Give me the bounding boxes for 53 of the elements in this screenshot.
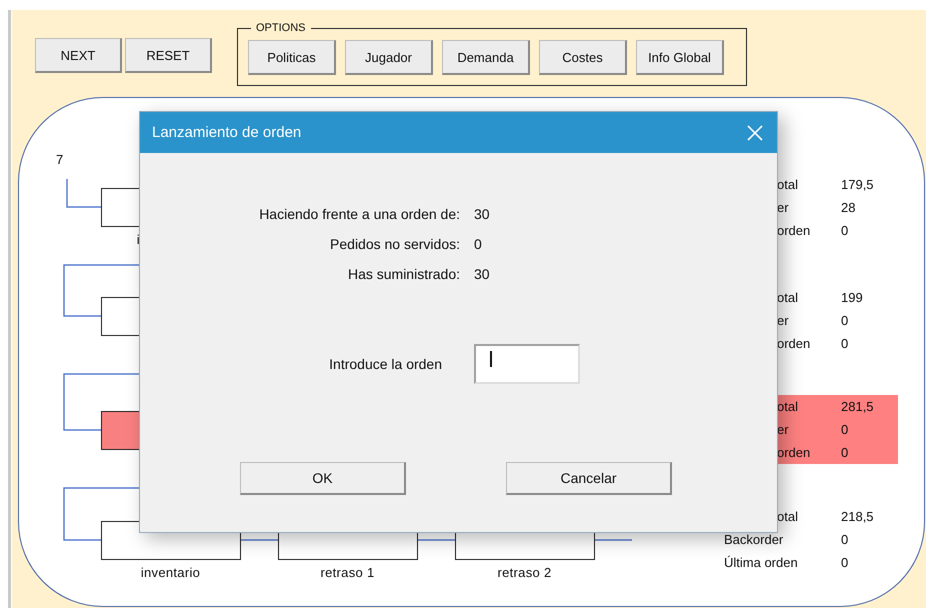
option-button[interactable]: Jugador bbox=[345, 40, 433, 75]
box-caption: i bbox=[136, 232, 140, 247]
dialog-button[interactable]: OK bbox=[240, 462, 406, 495]
stat-value: 0 bbox=[841, 555, 850, 570]
dialog-button[interactable]: Cancelar bbox=[506, 462, 672, 495]
stat-value: 0 bbox=[841, 223, 850, 238]
info-label: Has suministrado: bbox=[346, 266, 460, 282]
stat-label: er bbox=[776, 422, 790, 437]
option-button[interactable]: Demanda bbox=[442, 40, 530, 75]
stat-value: 199 bbox=[841, 290, 864, 305]
info-value: 30 bbox=[474, 206, 490, 222]
box-caption: retraso 1 bbox=[319, 565, 376, 580]
box-caption: retraso 2 bbox=[496, 565, 552, 580]
stat-value: 0 bbox=[841, 532, 850, 547]
stat-label: otal bbox=[776, 399, 799, 414]
connector-line bbox=[66, 179, 101, 208]
connector-line bbox=[594, 539, 632, 541]
stat-label: Backorder bbox=[724, 532, 784, 547]
stage-number: 7 bbox=[56, 152, 64, 167]
stat-label: er bbox=[776, 313, 790, 328]
info-label: Pedidos no servidos: bbox=[329, 236, 460, 252]
close-icon[interactable] bbox=[747, 124, 763, 140]
stat-value: 281,5 bbox=[841, 399, 875, 414]
stat-value: 0 bbox=[841, 422, 850, 437]
stat-value: 0 bbox=[841, 445, 850, 460]
option-button[interactable]: Politicas bbox=[248, 40, 336, 75]
stat-label: Última orden bbox=[724, 555, 799, 570]
toolbar-button[interactable]: RESET bbox=[125, 38, 212, 73]
stat-label: otal bbox=[776, 509, 799, 524]
stat-label: er bbox=[776, 200, 790, 215]
options-title: OPTIONS bbox=[255, 22, 307, 34]
order-input-field[interactable] bbox=[474, 344, 580, 384]
stat-value: 218,5 bbox=[841, 509, 875, 524]
stat-label: otal bbox=[776, 290, 799, 305]
stat-label: orden bbox=[776, 223, 812, 238]
stat-value: 28 bbox=[841, 200, 856, 215]
connector-line bbox=[417, 539, 455, 541]
info-value: 0 bbox=[474, 236, 482, 252]
info-label: Haciendo frente a una orden de: bbox=[258, 206, 460, 222]
stat-label: orden bbox=[776, 336, 812, 351]
stat-value: 179,5 bbox=[841, 177, 875, 192]
box-caption: inventario bbox=[140, 565, 202, 580]
dialog-title: Lanzamiento de orden bbox=[152, 124, 302, 141]
stat-label: otal bbox=[776, 177, 799, 192]
option-button[interactable]: Costes bbox=[539, 40, 627, 75]
stat-value: 0 bbox=[841, 336, 850, 351]
connector-line bbox=[240, 539, 278, 541]
stat-value: 0 bbox=[841, 313, 850, 328]
option-button[interactable]: Info Global bbox=[636, 40, 724, 75]
info-value: 30 bbox=[474, 266, 490, 282]
stat-label: orden bbox=[776, 445, 812, 460]
input-label: Introduce la orden bbox=[328, 356, 442, 372]
toolbar-button[interactable]: NEXT bbox=[35, 38, 122, 73]
